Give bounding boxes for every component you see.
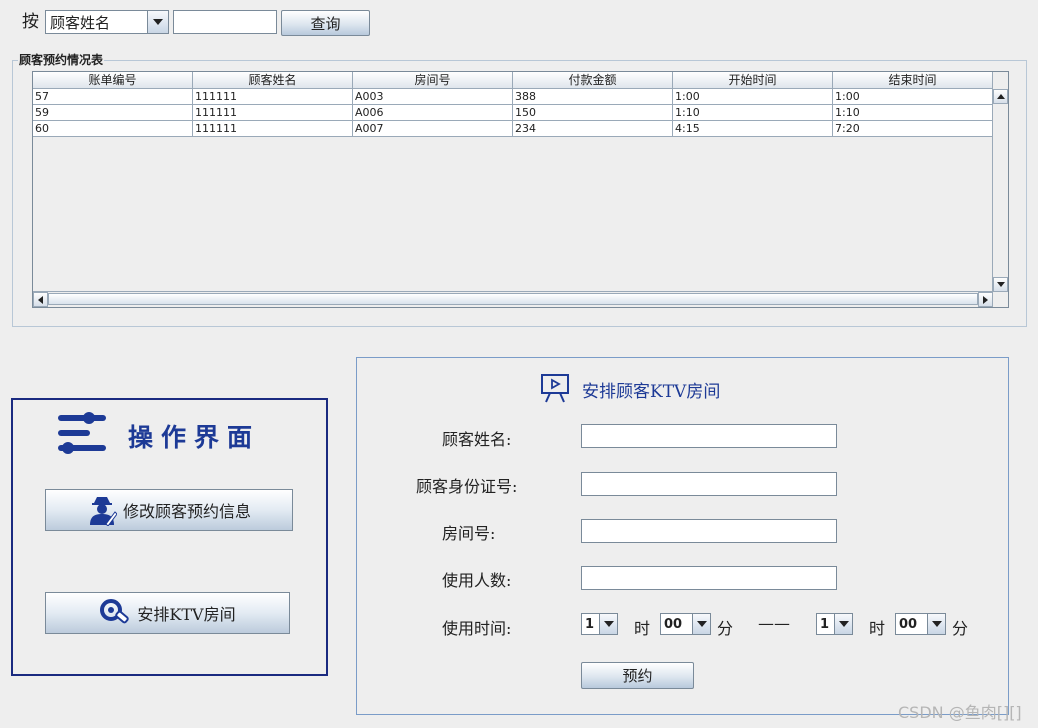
- chevron-down-icon[interactable]: [147, 11, 168, 33]
- customer-id-label: 顾客身份证号:: [416, 477, 518, 496]
- arrange-form-title: 安排顾客KTV房间: [582, 382, 721, 402]
- table-row[interactable]: 60 111111 A007 234 4:15 7:20: [33, 121, 993, 137]
- table-cell[interactable]: 111111: [193, 105, 353, 121]
- room-number-label: 房间号:: [442, 524, 496, 543]
- column-header-bill-id[interactable]: 账单编号: [33, 72, 193, 89]
- table-cell[interactable]: 111111: [193, 121, 353, 137]
- start-minute-select[interactable]: 00: [660, 613, 711, 635]
- room-number-input[interactable]: [581, 519, 837, 543]
- reservations-table[interactable]: 账单编号 顾客姓名 房间号 付款金额 开始时间 结束时间 57 111111 A…: [32, 71, 1009, 308]
- column-header-payment[interactable]: 付款金额: [513, 72, 673, 89]
- reservations-panel-title: 顾客预约情况表: [18, 53, 105, 67]
- scroll-up-icon[interactable]: [993, 89, 1008, 104]
- chevron-down-icon[interactable]: [599, 614, 617, 634]
- end-minute-unit: 分: [952, 619, 969, 638]
- scroll-right-icon[interactable]: [978, 292, 993, 307]
- end-minute-value: 00: [899, 616, 918, 632]
- time-range-separator: ——: [758, 614, 790, 633]
- scroll-left-icon[interactable]: [33, 292, 48, 307]
- modify-reservation-label: 修改顾客预约信息: [122, 502, 251, 521]
- chevron-down-icon[interactable]: [927, 614, 945, 634]
- table-cell[interactable]: 57: [33, 89, 193, 105]
- table-cell[interactable]: 1:10: [833, 105, 993, 121]
- table-cell[interactable]: 150: [513, 105, 673, 121]
- watermark-text: CSDN @鱼肉[][]: [898, 703, 1022, 722]
- horizontal-scroll-thumb[interactable]: [48, 293, 978, 305]
- column-header-end-time[interactable]: 结束时间: [833, 72, 993, 89]
- table-cell[interactable]: 111111: [193, 89, 353, 105]
- table-row[interactable]: 57 111111 A003 388 1:00 1:00: [33, 89, 993, 105]
- people-count-label: 使用人数:: [442, 571, 512, 590]
- start-hour-select[interactable]: 1: [581, 613, 618, 635]
- table-cell[interactable]: 4:15: [673, 121, 833, 137]
- start-hour-value: 1: [585, 616, 595, 632]
- end-hour-unit: 时: [869, 619, 886, 638]
- table-cell[interactable]: A007: [353, 121, 513, 137]
- operations-title: 操作界面: [128, 423, 261, 452]
- search-field-selected: 顾客姓名: [50, 13, 111, 32]
- people-count-input[interactable]: [581, 566, 837, 590]
- table-cell[interactable]: 60: [33, 121, 193, 137]
- table-cell[interactable]: 7:20: [833, 121, 993, 137]
- arrange-room-button[interactable]: 安排KTV房间: [45, 592, 290, 634]
- chevron-down-icon[interactable]: [692, 614, 710, 634]
- start-hour-unit: 时: [634, 619, 651, 638]
- customer-id-input[interactable]: [581, 472, 837, 496]
- scroll-down-icon[interactable]: [993, 277, 1008, 292]
- table-cell[interactable]: 59: [33, 105, 193, 121]
- end-hour-value: 1: [820, 616, 830, 632]
- table-cell[interactable]: A006: [353, 105, 513, 121]
- chevron-down-icon[interactable]: [834, 614, 852, 634]
- start-minute-value: 00: [664, 616, 683, 632]
- table-header: 账单编号 顾客姓名 房间号 付款金额 开始时间 结束时间: [33, 72, 993, 89]
- usage-time-label: 使用时间:: [442, 619, 512, 638]
- column-header-room-number[interactable]: 房间号: [353, 72, 513, 89]
- arrange-room-label: 安排KTV房间: [137, 605, 236, 624]
- end-minute-select[interactable]: 00: [895, 613, 946, 635]
- reserve-button[interactable]: 预约: [581, 662, 694, 689]
- search-input[interactable]: [173, 10, 277, 34]
- column-header-start-time[interactable]: 开始时间: [673, 72, 833, 89]
- column-header-customer-name[interactable]: 顾客姓名: [193, 72, 353, 89]
- start-minute-unit: 分: [717, 619, 734, 638]
- table-body: 57 111111 A003 388 1:00 1:00 59 111111 A…: [33, 89, 993, 137]
- customer-name-input[interactable]: [581, 424, 837, 448]
- table-cell[interactable]: 1:00: [673, 89, 833, 105]
- presentation-screen-icon: [541, 374, 569, 403]
- sliders-icon: [58, 412, 106, 454]
- query-button[interactable]: 查询: [281, 10, 370, 36]
- wrench-icon: [100, 599, 130, 624]
- search-prefix-label: 按: [22, 12, 39, 32]
- table-cell[interactable]: A003: [353, 89, 513, 105]
- customer-name-label: 顾客姓名:: [442, 430, 512, 449]
- table-row[interactable]: 59 111111 A006 150 1:10 1:10: [33, 105, 993, 121]
- table-cell[interactable]: 1:10: [673, 105, 833, 121]
- horizontal-scrollbar[interactable]: [33, 291, 993, 307]
- modify-reservation-button[interactable]: 修改顾客预约信息: [45, 489, 293, 531]
- table-cell[interactable]: 1:00: [833, 89, 993, 105]
- user-edit-icon: [89, 497, 117, 526]
- search-field-select[interactable]: 顾客姓名: [45, 10, 169, 34]
- table-cell[interactable]: 234: [513, 121, 673, 137]
- vertical-scrollbar[interactable]: [992, 89, 1008, 292]
- table-cell[interactable]: 388: [513, 89, 673, 105]
- end-hour-select[interactable]: 1: [816, 613, 853, 635]
